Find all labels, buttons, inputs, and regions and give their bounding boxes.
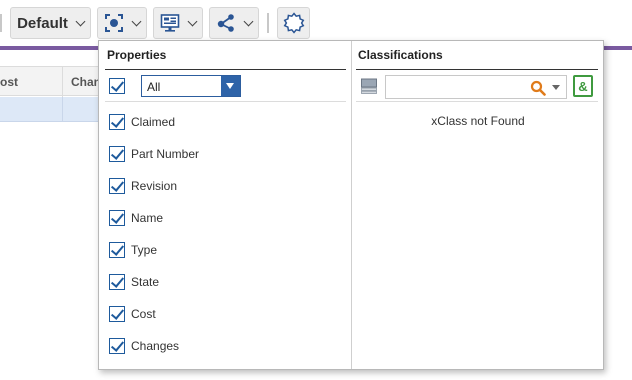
column-header-cost[interactable]: ost: [0, 75, 18, 89]
property-label[interactable]: Type: [131, 243, 157, 257]
property-label[interactable]: Cost: [131, 307, 156, 321]
property-checkbox[interactable]: [109, 178, 125, 194]
properties-title: Properties: [107, 48, 167, 62]
dropdown-arrow-icon[interactable]: [221, 76, 240, 96]
display-button[interactable]: [153, 7, 203, 39]
properties-filter-value: All: [147, 80, 161, 94]
search-icon[interactable]: [530, 80, 546, 96]
properties-filter-select[interactable]: All: [141, 75, 241, 97]
and-operator-button[interactable]: &: [573, 75, 593, 97]
select-all-checkbox[interactable]: [109, 78, 125, 94]
property-checkbox[interactable]: [109, 210, 125, 226]
divider: [105, 101, 346, 102]
property-label[interactable]: State: [131, 275, 159, 289]
classifications-title: Classifications: [358, 48, 443, 62]
table-row[interactable]: [0, 97, 110, 122]
column-chooser-popup: Properties All Claimed Part Number Revisio…: [98, 40, 604, 370]
view-select-button[interactable]: Default: [10, 7, 91, 39]
view-select-label: Default: [17, 14, 68, 32]
monitor-layout-icon: [160, 14, 180, 32]
focus-button[interactable]: [97, 7, 147, 39]
classification-search-input[interactable]: [388, 78, 528, 96]
property-checkbox[interactable]: [109, 306, 125, 322]
toolbar-separator: [0, 14, 2, 32]
toolbar-separator: [267, 13, 269, 33]
property-label[interactable]: Changes: [131, 339, 179, 353]
chevron-down-icon: [243, 16, 254, 26]
classification-icon[interactable]: [361, 78, 377, 94]
share-button[interactable]: [209, 7, 259, 39]
divider: [356, 101, 598, 102]
chevron-down-icon: [187, 16, 198, 26]
empty-message: xClass not Found: [431, 114, 525, 128]
property-label[interactable]: Claimed: [131, 115, 175, 129]
settings-button[interactable]: [277, 7, 310, 39]
focus-target-icon: [105, 14, 123, 32]
classification-search-field[interactable]: [385, 75, 567, 99]
column-header-changes[interactable]: Chan: [71, 75, 101, 89]
property-checkbox[interactable]: [109, 274, 125, 290]
property-checkbox[interactable]: [109, 338, 125, 354]
property-label[interactable]: Part Number: [131, 147, 199, 161]
settings-gear-icon: [283, 12, 304, 34]
and-operator-label: &: [578, 78, 588, 94]
properties-panel: Properties All Claimed Part Number Revisio…: [99, 41, 352, 369]
column-divider: [62, 67, 63, 97]
property-checkbox[interactable]: [109, 146, 125, 162]
classifications-title-rule: [356, 69, 598, 70]
property-label[interactable]: Name: [131, 211, 163, 225]
property-checkbox[interactable]: [109, 242, 125, 258]
page: Default ost Chan Properties All Claimed …: [0, 0, 632, 380]
chevron-down-icon: [131, 16, 142, 26]
table-header: ost Chan: [0, 66, 110, 97]
search-dropdown-icon[interactable]: [552, 85, 560, 90]
property-label[interactable]: Revision: [131, 179, 177, 193]
column-divider: [62, 97, 63, 122]
property-checkbox[interactable]: [109, 114, 125, 130]
share-graph-icon: [217, 14, 234, 32]
properties-title-rule: [105, 69, 346, 70]
classifications-panel: Classifications & xClass not Found: [353, 41, 603, 369]
chevron-down-icon: [75, 16, 86, 26]
